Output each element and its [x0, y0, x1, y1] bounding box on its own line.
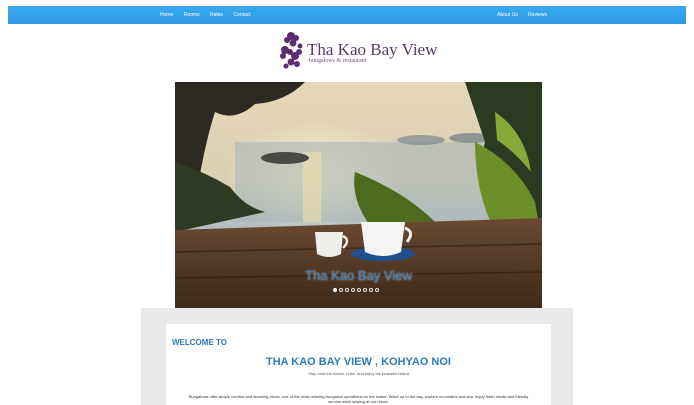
- flower-logo-icon: [280, 32, 303, 69]
- carousel-caption: Tha Kao Bay View: [305, 268, 412, 283]
- site-logo[interactable]: Tha Kao Bay View bungalows & restaurant: [277, 28, 447, 74]
- carousel-dot[interactable]: [333, 288, 337, 292]
- nav-left-group: Home Rooms Rates Contact: [160, 6, 260, 24]
- nav-link-reviews[interactable]: Reviews: [528, 12, 547, 18]
- nav-link-rooms[interactable]: Rooms: [184, 12, 200, 18]
- welcome-label: WELCOME TO: [172, 338, 227, 347]
- nav-link-contact[interactable]: Contact: [233, 12, 250, 18]
- carousel-dot[interactable]: [375, 288, 379, 292]
- carousel-indicators: [333, 288, 379, 292]
- welcome-card: WELCOME TO THA KAO BAY VIEW , KOHYAO NOI…: [166, 324, 551, 405]
- carousel-dot[interactable]: [351, 288, 355, 292]
- carousel-dot[interactable]: [357, 288, 361, 292]
- nav-right-group: About Us Reviews: [497, 6, 556, 24]
- welcome-body: Bungalows offer simple comfort and stunn…: [188, 394, 529, 404]
- welcome-tagline: Stay near the beach, relax, and enjoy th…: [308, 371, 409, 376]
- logo-subtitle: bungalows & restaurant: [309, 58, 367, 64]
- welcome-title: THA KAO BAY VIEW , KOHYAO NOI: [266, 356, 451, 368]
- carousel-dot[interactable]: [363, 288, 367, 292]
- nav-link-home[interactable]: Home: [160, 12, 173, 18]
- top-navbar: Home Rooms Rates Contact About Us Review…: [8, 6, 686, 24]
- carousel-dot[interactable]: [339, 288, 343, 292]
- logo-title: Tha Kao Bay View: [307, 40, 438, 59]
- nav-link-about[interactable]: About Us: [497, 12, 518, 18]
- nav-link-rates[interactable]: Rates: [210, 12, 223, 18]
- hero-carousel[interactable]: Tha Kao Bay View: [175, 82, 542, 308]
- carousel-dot[interactable]: [369, 288, 373, 292]
- carousel-dot[interactable]: [345, 288, 349, 292]
